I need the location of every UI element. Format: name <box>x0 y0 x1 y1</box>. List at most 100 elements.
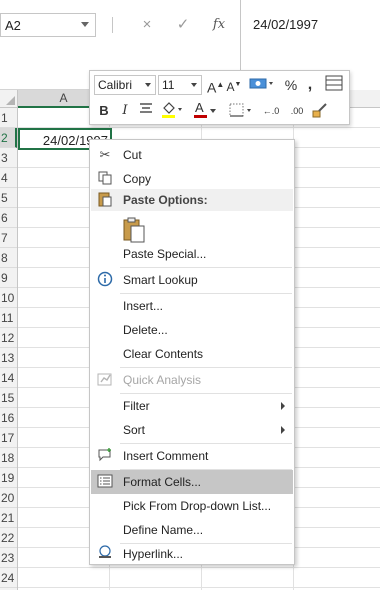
chevron-right-icon <box>281 426 285 434</box>
row-header[interactable]: 4 <box>0 168 17 188</box>
row-header[interactable]: 19 <box>0 468 17 488</box>
font-name-dropdown[interactable]: Calibri <box>94 75 156 95</box>
row-header[interactable]: 6 <box>0 208 17 228</box>
increase-decimal-button[interactable]: ←.0 <box>260 101 282 121</box>
menu-item-paste-special-label: Paste Special... <box>123 247 207 261</box>
menu-item-clear-contents[interactable]: Clear Contents <box>91 342 293 366</box>
menu-item-cut[interactable]: ✂ Cut <box>91 143 293 167</box>
row-header[interactable]: 22 <box>0 528 17 548</box>
font-name-value: Calibri <box>98 78 133 92</box>
menu-item-define-name[interactable]: Define Name... <box>91 518 293 542</box>
font-size-dropdown[interactable]: 11 <box>158 75 202 95</box>
menu-item-format-cells[interactable]: Format Cells... <box>91 470 293 494</box>
row-header[interactable]: 21 <box>0 508 17 528</box>
menu-item-insert-comment[interactable]: Insert Comment <box>91 444 293 468</box>
decrease-font-icon: A <box>226 80 235 94</box>
menu-item-smart-lookup[interactable]: Smart Lookup <box>91 268 293 292</box>
comment-icon <box>96 447 114 465</box>
menu-item-hyperlink[interactable]: Hyperlink... <box>91 542 293 566</box>
row-header[interactable]: 2 <box>0 128 17 148</box>
smart-lookup-icon <box>96 271 114 289</box>
row-header[interactable]: 9 <box>0 268 17 288</box>
comma-style-button[interactable]: , <box>303 75 317 95</box>
row-header[interactable]: 20 <box>0 488 17 508</box>
row-header[interactable]: 11 <box>0 308 17 328</box>
quick-analysis-icon <box>96 371 114 389</box>
chevron-right-icon <box>281 402 285 410</box>
insert-function-button[interactable]: fx <box>208 15 230 35</box>
formula-value: 24/02/1997 <box>253 17 319 32</box>
borders-icon <box>229 103 251 117</box>
align-center-icon <box>140 103 152 113</box>
menu-item-pick-from-list-label: Pick From Drop-down List... <box>123 499 272 513</box>
select-all-button[interactable] <box>0 90 18 108</box>
increase-font-size-button[interactable]: A▲ <box>207 75 224 96</box>
menu-item-insert[interactable]: Insert... <box>91 294 293 318</box>
format-painter-icon <box>312 103 327 118</box>
decrease-decimal-button[interactable]: .00 <box>286 101 308 121</box>
formula-buttons: × ✓ fx <box>100 13 240 37</box>
paste-options-header: Paste Options: <box>91 189 293 211</box>
menu-item-paste-special[interactable]: Paste Special... <box>91 242 293 266</box>
row-header[interactable]: 3 <box>0 148 17 168</box>
font-color-button[interactable]: A <box>192 100 216 121</box>
increase-font-icon: A <box>207 79 217 96</box>
menu-item-define-name-label: Define Name... <box>123 523 204 537</box>
context-menu: ✂ Cut Copy Paste Options: Paste Special.… <box>89 139 295 565</box>
menu-item-filter[interactable]: Filter <box>91 394 293 418</box>
row-header[interactable]: 5 <box>0 188 17 208</box>
enter-icon[interactable]: ✓ <box>172 15 194 35</box>
menu-item-filter-label: Filter <box>123 399 150 413</box>
row-header[interactable]: 8 <box>0 248 17 268</box>
menu-item-hyperlink-label: Hyperlink... <box>123 547 184 561</box>
menu-item-quick-analysis-label: Quick Analysis <box>123 373 202 387</box>
row-header[interactable]: 16 <box>0 408 17 428</box>
select-all-triangle-icon <box>6 96 15 105</box>
paste-button[interactable] <box>121 216 147 244</box>
row-header[interactable]: 24 <box>0 568 17 588</box>
row-header[interactable]: 17 <box>0 428 17 448</box>
row-header[interactable]: 10 <box>0 288 17 308</box>
copy-icon <box>96 170 114 188</box>
accounting-format-button[interactable] <box>247 75 277 95</box>
chevron-down-icon <box>210 109 216 113</box>
format-painter-button[interactable] <box>310 101 330 121</box>
align-center-button[interactable] <box>137 101 155 121</box>
row-header[interactable]: 13 <box>0 348 17 368</box>
row-headers: 1 2 3 4 5 6 7 8 9 10 11 12 13 14 15 16 17 18 19 20 21 22 23 24 <box>0 108 18 590</box>
row-header[interactable]: 14 <box>0 368 17 388</box>
menu-item-delete-label: Delete... <box>123 323 168 337</box>
chevron-down-icon <box>145 83 151 87</box>
italic-button[interactable]: I <box>117 101 133 121</box>
menu-item-sort-label: Sort <box>123 423 146 437</box>
menu-item-pick-from-list[interactable]: Pick From Drop-down List... <box>91 494 293 518</box>
row-header[interactable]: 7 <box>0 228 17 248</box>
row-header[interactable]: 1 <box>0 108 17 128</box>
paste-options-label: Paste Options: <box>123 193 208 207</box>
table-icon <box>325 75 343 91</box>
decrease-font-size-button[interactable]: A▼ <box>226 75 242 95</box>
bold-button[interactable]: B <box>96 101 112 121</box>
menu-item-cut-label: Cut <box>123 148 142 162</box>
mini-toolbar: Calibri 11 A▲ A▼ % , B I A ←.0 .00 <box>89 70 350 125</box>
cancel-icon[interactable]: × <box>136 15 158 35</box>
paint-bucket-icon <box>162 102 182 118</box>
link-icon <box>96 545 114 563</box>
name-box[interactable]: A2 <box>0 13 96 37</box>
menu-item-insert-label: Insert... <box>123 299 164 313</box>
menu-item-sort[interactable]: Sort <box>91 418 293 442</box>
clipboard-icon <box>96 191 114 209</box>
format-table-button[interactable] <box>324 75 344 95</box>
borders-button[interactable] <box>228 101 254 121</box>
menu-item-smart-lookup-label: Smart Lookup <box>123 273 198 287</box>
fill-color-button[interactable] <box>160 101 184 121</box>
row-header[interactable]: 23 <box>0 548 17 568</box>
name-box-dropdown-icon[interactable] <box>81 22 89 27</box>
row-header[interactable]: 18 <box>0 448 17 468</box>
font-color-bar <box>194 115 207 118</box>
menu-item-delete[interactable]: Delete... <box>91 318 293 342</box>
row-header[interactable]: 12 <box>0 328 17 348</box>
percent-style-button[interactable]: % <box>283 75 299 95</box>
row-header[interactable]: 15 <box>0 388 17 408</box>
menu-item-copy[interactable]: Copy <box>91 167 293 191</box>
